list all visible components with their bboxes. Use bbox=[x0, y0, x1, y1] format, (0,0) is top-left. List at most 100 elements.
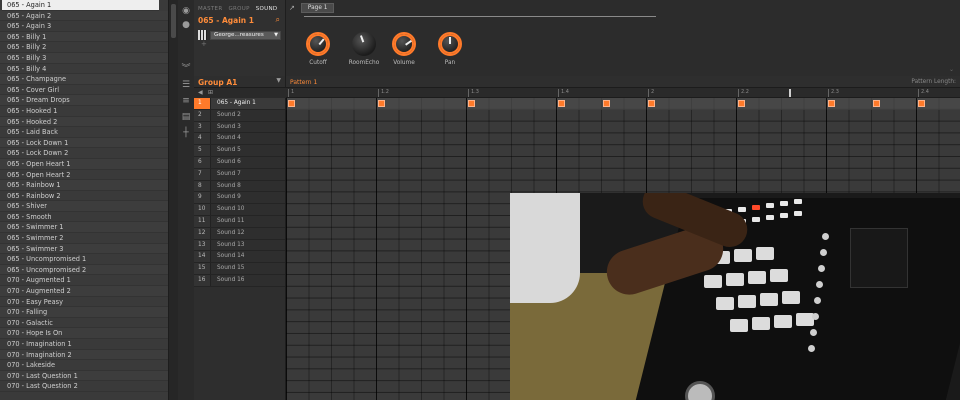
ruler-tick: 2.3 bbox=[828, 89, 839, 97]
tab-sound[interactable]: SOUND bbox=[256, 6, 278, 12]
sound-slot[interactable]: 3 Sound 3 bbox=[194, 121, 285, 134]
browser-item[interactable]: 070 - Last Question 2 bbox=[0, 381, 168, 392]
browser-item[interactable]: 070 - Falling bbox=[0, 307, 168, 318]
browser-item[interactable]: 065 - Dream Drops bbox=[0, 95, 168, 106]
preset-dropdown[interactable]: George...reasures ▼ bbox=[210, 30, 281, 40]
note-event[interactable] bbox=[873, 100, 880, 107]
note-event[interactable] bbox=[603, 100, 610, 107]
browser-item[interactable]: 065 - Swimmer 1 bbox=[0, 222, 168, 234]
knob-cutoff[interactable]: Cutoff bbox=[296, 32, 340, 66]
browser-item[interactable]: 070 - Last Question 1 bbox=[0, 370, 168, 382]
note-event[interactable] bbox=[468, 100, 475, 107]
video-pad bbox=[704, 275, 722, 288]
list-view-icon[interactable]: ☰ bbox=[181, 80, 191, 90]
bar-line bbox=[376, 98, 377, 400]
note-event[interactable] bbox=[378, 100, 385, 107]
sound-slot[interactable]: 10 Sound 10 bbox=[194, 204, 285, 216]
note-event[interactable] bbox=[288, 100, 295, 107]
pattern-title[interactable]: Pattern 1 bbox=[286, 76, 960, 86]
collapse-icon[interactable]: ︾ bbox=[181, 64, 191, 74]
sound-slot[interactable]: 8 Sound 8 bbox=[194, 180, 285, 193]
knob-pan[interactable]: Pan bbox=[428, 32, 472, 66]
knob-volume[interactable]: Volume bbox=[382, 32, 426, 66]
sound-slot[interactable]: 1 065 - Again 1 bbox=[194, 98, 285, 110]
note-event[interactable] bbox=[738, 100, 745, 107]
tab-master[interactable]: MASTER bbox=[198, 6, 222, 12]
browser-item[interactable]: 070 - Hope Is On bbox=[0, 328, 168, 339]
sound-slot[interactable]: 2 Sound 2 bbox=[194, 109, 285, 122]
browser-item[interactable]: 065 - Rainbow 1 bbox=[0, 180, 168, 191]
tab-group[interactable]: GROUP bbox=[228, 6, 249, 12]
note-event[interactable] bbox=[828, 100, 835, 107]
sound-slot[interactable]: 11 Sound 11 bbox=[194, 215, 285, 228]
sound-slot[interactable]: 14 Sound 14 bbox=[194, 251, 285, 264]
sound-slot[interactable]: 6 Sound 6 bbox=[194, 156, 285, 169]
sound-slot[interactable]: 16 Sound 16 bbox=[194, 274, 285, 287]
browser-item[interactable]: 065 - Swimmer 2 bbox=[0, 233, 168, 244]
browser-item[interactable]: 070 - Imagination 2 bbox=[0, 349, 168, 361]
browser-item[interactable]: 065 - Again 3 bbox=[0, 21, 168, 32]
sound-slot[interactable]: 4 Sound 4 bbox=[194, 133, 285, 146]
sound-slot[interactable]: 15 Sound 15 bbox=[194, 263, 285, 275]
record-icon[interactable]: ◉ bbox=[181, 6, 191, 16]
browser-item[interactable]: 065 - Rainbow 2 bbox=[0, 191, 168, 202]
knob-dial[interactable] bbox=[438, 32, 462, 56]
browser-item[interactable]: 065 - Billy 3 bbox=[0, 52, 168, 64]
sound-slot[interactable]: 9 Sound 9 bbox=[194, 192, 285, 205]
knob-dial[interactable] bbox=[306, 32, 330, 56]
mixer-icon[interactable]: ▤ bbox=[181, 112, 191, 122]
note-event[interactable] bbox=[918, 100, 925, 107]
browser-item[interactable]: 065 - Uncompromised 2 bbox=[0, 264, 168, 276]
search-icon[interactable]: ⌕ bbox=[276, 15, 280, 25]
grid-view-icon[interactable]: ≡ bbox=[181, 96, 191, 106]
browser-item[interactable]: 070 - Augmented 1 bbox=[0, 275, 168, 287]
browser-item[interactable]: 065 - Hooked 1 bbox=[0, 106, 168, 117]
timeline-ruler[interactable]: 1 1.2 1.3 1.4 2 2.2 2.3 2.4 bbox=[286, 88, 960, 98]
browser-item[interactable]: 065 - Open Heart 1 bbox=[0, 158, 168, 170]
note-event[interactable] bbox=[558, 100, 565, 107]
browser-item[interactable]: 065 - Smooth bbox=[0, 212, 168, 223]
browser-item[interactable]: 065 - Again 2 bbox=[0, 10, 168, 22]
plugin-icon[interactable]: ● bbox=[181, 20, 191, 30]
browser-item[interactable]: 070 - Galactic bbox=[0, 318, 168, 329]
browser-item[interactable]: 070 - Easy Peasy bbox=[0, 297, 168, 308]
speaker-icon[interactable]: ◀ bbox=[198, 89, 203, 96]
browser-item[interactable]: 065 - Hooked 2 bbox=[0, 116, 168, 128]
knob-roomecho[interactable]: RoomEcho bbox=[342, 32, 386, 66]
browser-item[interactable]: 065 - Open Heart 2 bbox=[0, 170, 168, 181]
video-person-shirt bbox=[510, 193, 580, 303]
bar-line bbox=[466, 98, 467, 400]
expand-arrow-icon[interactable]: ↗ bbox=[289, 4, 295, 12]
browser-item[interactable]: 065 - Cover Girl bbox=[0, 85, 168, 96]
knob-dial[interactable] bbox=[352, 32, 376, 56]
scrollbar-thumb[interactable] bbox=[171, 4, 176, 38]
add-plugin-button[interactable]: + bbox=[201, 40, 207, 48]
browser-item[interactable]: 065 - Swimmer 3 bbox=[0, 243, 168, 255]
browser-item[interactable]: 065 - Champagne bbox=[0, 74, 168, 85]
browser-item[interactable]: 065 - Billy 1 bbox=[0, 31, 168, 43]
browser-item[interactable]: 065 - Billy 4 bbox=[0, 64, 168, 75]
browser-item[interactable]: 070 - Imagination 1 bbox=[0, 339, 168, 350]
browser-item[interactable]: 070 - Lakeside bbox=[0, 360, 168, 371]
browser-item[interactable]: 065 - Laid Back bbox=[0, 127, 168, 138]
browser-item[interactable]: 065 - Billy 2 bbox=[0, 42, 168, 53]
knob-dial[interactable] bbox=[392, 32, 416, 56]
browser-item[interactable]: 070 - Augmented 2 bbox=[0, 286, 168, 297]
page-button[interactable]: Page 1 bbox=[300, 3, 335, 13]
sound-slot[interactable]: 12 Sound 12 bbox=[194, 227, 285, 240]
chevron-down-icon[interactable]: ⌄ bbox=[949, 66, 954, 73]
routing-icon[interactable]: ┼ bbox=[181, 128, 191, 138]
grid-icon[interactable]: ⊞ bbox=[208, 89, 213, 96]
browser-item[interactable]: 065 - Again 1 bbox=[2, 0, 159, 11]
sound-slot[interactable]: 13 Sound 13 bbox=[194, 239, 285, 252]
browser-item[interactable]: 065 - Lock Down 1 bbox=[0, 137, 168, 149]
browser-scrollbar[interactable] bbox=[168, 0, 178, 400]
browser-item[interactable]: 065 - Uncompromised 1 bbox=[0, 254, 168, 265]
sound-slot[interactable]: 5 Sound 5 bbox=[194, 145, 285, 157]
note-event[interactable] bbox=[648, 100, 655, 107]
chevron-down-icon[interactable]: ▼ bbox=[276, 77, 281, 84]
playhead[interactable] bbox=[789, 89, 791, 97]
sound-slot[interactable]: 7 Sound 7 bbox=[194, 168, 285, 181]
browser-item[interactable]: 065 - Lock Down 2 bbox=[0, 148, 168, 159]
browser-item[interactable]: 065 - Shiver bbox=[0, 201, 168, 212]
